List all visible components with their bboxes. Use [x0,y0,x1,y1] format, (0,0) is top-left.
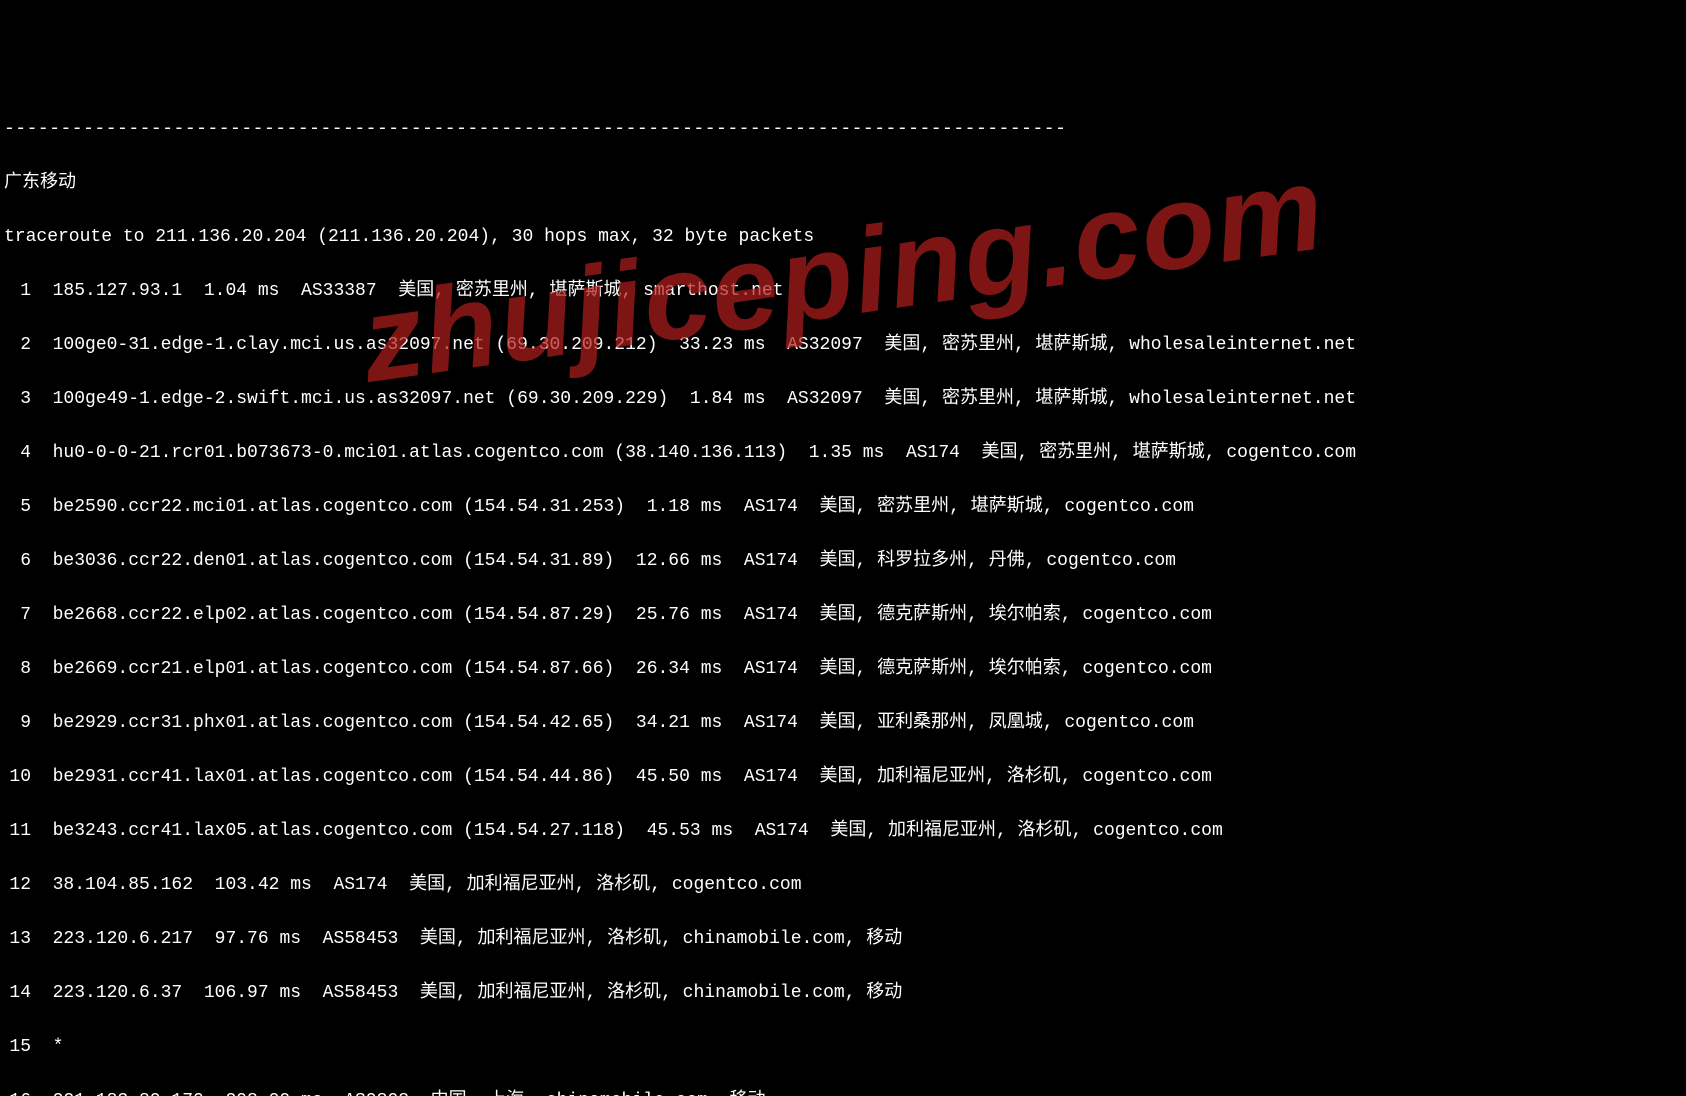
hop-text: be2668.ccr22.elp02.atlas.cogentco.com (1… [53,605,1212,625]
hop-row: 5 be2590.ccr22.mci01.atlas.cogentco.com … [4,494,1682,521]
hop-number: 10 [4,764,31,791]
location-title: 广东移动 [4,170,1682,197]
hop-row: 16 221.183.89.170 298.09 ms AS9808 中国, 上… [4,1088,1682,1096]
hop-text: 100ge0-31.edge-1.clay.mci.us.as32097.net… [53,335,1356,355]
hop-number: 1 [4,278,31,305]
hop-row: 8 be2669.ccr21.elp01.atlas.cogentco.com … [4,656,1682,683]
traceroute-header: traceroute to 211.136.20.204 (211.136.20… [4,224,1682,251]
hop-row: 15 * [4,1034,1682,1061]
hop-number: 11 [4,818,31,845]
hop-text: 223.120.6.37 106.97 ms AS58453 美国, 加利福尼亚… [53,983,903,1003]
hop-number: 16 [4,1088,31,1096]
hop-text: be2590.ccr22.mci01.atlas.cogentco.com (1… [53,497,1194,517]
hop-number: 12 [4,872,31,899]
hop-row: 6 be3036.ccr22.den01.atlas.cogentco.com … [4,548,1682,575]
hop-number: 8 [4,656,31,683]
hop-text: be2929.ccr31.phx01.atlas.cogentco.com (1… [53,713,1194,733]
hop-text: be2931.ccr41.lax01.atlas.cogentco.com (1… [53,767,1212,787]
hop-number: 13 [4,926,31,953]
hop-text: be3036.ccr22.den01.atlas.cogentco.com (1… [53,551,1176,571]
hop-row: 9 be2929.ccr31.phx01.atlas.cogentco.com … [4,710,1682,737]
hop-row: 13 223.120.6.217 97.76 ms AS58453 美国, 加利… [4,926,1682,953]
hop-row: 10 be2931.ccr41.lax01.atlas.cogentco.com… [4,764,1682,791]
hop-number: 2 [4,332,31,359]
hop-text: be2669.ccr21.elp01.atlas.cogentco.com (1… [53,659,1212,679]
hop-row: 7 be2668.ccr22.elp02.atlas.cogentco.com … [4,602,1682,629]
hop-number: 15 [4,1034,31,1061]
hop-number: 4 [4,440,31,467]
hop-text: 100ge49-1.edge-2.swift.mci.us.as32097.ne… [53,389,1356,409]
hop-row: 11 be3243.ccr41.lax05.atlas.cogentco.com… [4,818,1682,845]
hop-row: 1 185.127.93.1 1.04 ms AS33387 美国, 密苏里州,… [4,278,1682,305]
hop-row: 2 100ge0-31.edge-1.clay.mci.us.as32097.n… [4,332,1682,359]
hop-number: 14 [4,980,31,1007]
hop-number: 7 [4,602,31,629]
hop-text: be3243.ccr41.lax05.atlas.cogentco.com (1… [53,821,1223,841]
hop-text: 185.127.93.1 1.04 ms AS33387 美国, 密苏里州, 堪… [53,281,784,301]
hop-number: 5 [4,494,31,521]
hop-text: 38.104.85.162 103.42 ms AS174 美国, 加利福尼亚州… [53,875,802,895]
hop-text: hu0-0-0-21.rcr01.b073673-0.mci01.atlas.c… [53,443,1356,463]
hop-row: 14 223.120.6.37 106.97 ms AS58453 美国, 加利… [4,980,1682,1007]
hop-number: 9 [4,710,31,737]
hop-text: 223.120.6.217 97.76 ms AS58453 美国, 加利福尼亚… [53,929,903,949]
hop-row: 12 38.104.85.162 103.42 ms AS174 美国, 加利福… [4,872,1682,899]
hop-text: * [53,1037,64,1057]
hop-row: 3 100ge49-1.edge-2.swift.mci.us.as32097.… [4,386,1682,413]
separator-line: ----------------------------------------… [4,116,1682,143]
watermark-text: zhujiceping.com [350,117,1336,430]
hop-number: 6 [4,548,31,575]
hop-text: 221.183.89.170 298.09 ms AS9808 中国, 上海, … [53,1091,766,1096]
hop-row: 4 hu0-0-0-21.rcr01.b073673-0.mci01.atlas… [4,440,1682,467]
hop-number: 3 [4,386,31,413]
